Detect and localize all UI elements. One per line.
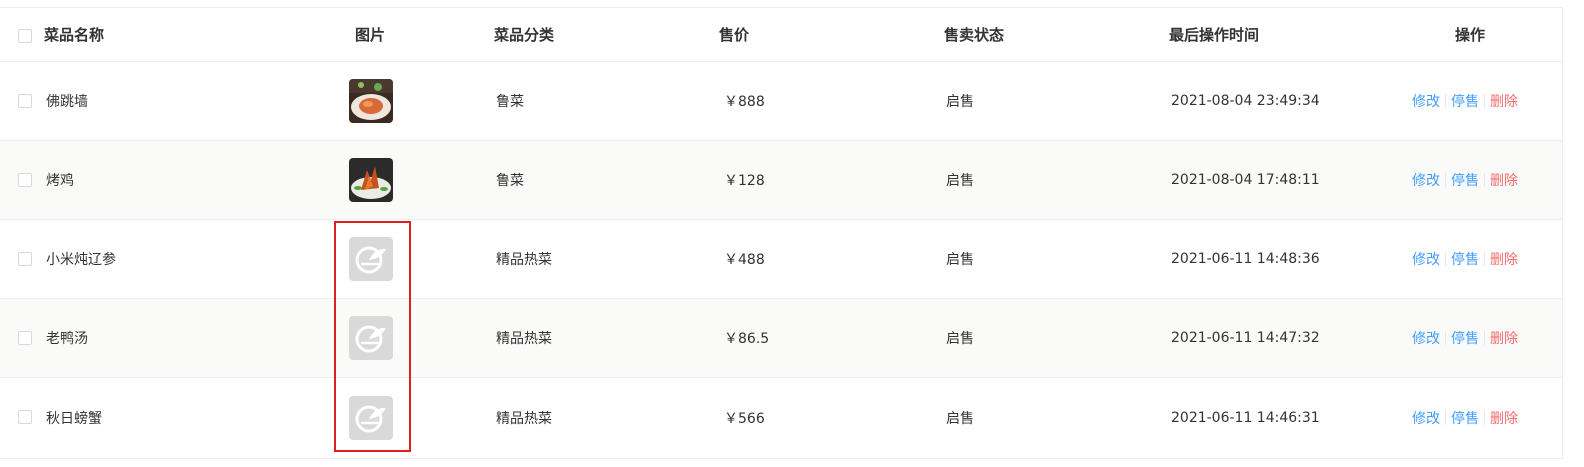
delete-link[interactable]: 删除 (1485, 91, 1523, 111)
header-image: 图片 (354, 26, 385, 44)
dish-status: 启售 (946, 252, 974, 268)
edit-link[interactable]: 修改 (1407, 408, 1445, 428)
edit-link[interactable]: 修改 (1407, 91, 1445, 111)
row-checkbox[interactable] (18, 252, 32, 266)
dish-category: 鲁菜 (496, 94, 524, 110)
table-header: 菜品名称 图片 菜品分类 售价 售卖状态 最后操作时间 操作 (0, 8, 1562, 62)
dish-image (340, 62, 402, 140)
dish-status: 启售 (946, 410, 974, 427)
dish-price: ￥888 (724, 94, 765, 110)
delete-link[interactable]: 删除 (1485, 408, 1523, 428)
header-actions: 操作 (1454, 26, 1485, 44)
row-checkbox[interactable] (18, 410, 32, 424)
dish-name: 秋日螃蟹 (46, 410, 102, 427)
row-actions: 修改 停售 删除 (1407, 141, 1523, 219)
dish-status: 启售 (946, 173, 974, 189)
table-row: 佛跳墙 鲁菜 ￥888 启售 2021-08-04 23:49:34 修改 停售… (0, 62, 1562, 141)
row-checkbox[interactable] (18, 331, 32, 345)
dish-status: 启售 (946, 331, 974, 347)
header-price: 售价 (719, 26, 750, 44)
row-actions: 修改 停售 删除 (1407, 62, 1523, 140)
row-actions: 修改 停售 删除 (1407, 299, 1523, 377)
dish-updated-time: 2021-08-04 23:49:34 (1171, 93, 1320, 109)
dish-category: 鲁菜 (496, 173, 524, 189)
dish-updated-time: 2021-06-11 14:46:31 (1171, 409, 1320, 426)
row-checkbox[interactable] (18, 173, 32, 187)
placeholder-logo-icon (349, 237, 393, 281)
select-all-checkbox[interactable] (18, 29, 32, 43)
delete-link[interactable]: 删除 (1485, 249, 1523, 269)
dish-name: 烤鸡 (46, 173, 74, 189)
stop-sale-link[interactable]: 停售 (1446, 328, 1484, 348)
row-actions: 修改 停售 删除 (1407, 378, 1523, 457)
food-photo-roast-chicken-icon (349, 158, 393, 202)
row-checkbox[interactable] (18, 94, 32, 108)
dish-image (340, 220, 402, 298)
dish-category: 精品热菜 (496, 252, 552, 268)
table-row: 秋日螃蟹 精品热菜 ￥566 启售 2021-06-11 14:46:31 修改… (0, 378, 1562, 457)
stop-sale-link[interactable]: 停售 (1446, 249, 1484, 269)
dish-price: ￥128 (724, 173, 765, 189)
dish-image (340, 299, 402, 377)
placeholder-logo-icon (349, 395, 393, 440)
delete-link[interactable]: 删除 (1485, 170, 1523, 190)
stop-sale-link[interactable]: 停售 (1446, 91, 1484, 111)
dish-category: 精品热菜 (496, 331, 552, 347)
row-actions: 修改 停售 删除 (1407, 220, 1523, 298)
dish-table: 菜品名称 图片 菜品分类 售价 售卖状态 最后操作时间 操作 佛跳墙 鲁菜 ￥8… (0, 7, 1563, 459)
edit-link[interactable]: 修改 (1407, 170, 1445, 190)
table-row: 烤鸡 鲁菜 ￥128 启售 2021-08-04 17:48:11 修改 停售 … (0, 141, 1562, 220)
edit-link[interactable]: 修改 (1407, 249, 1445, 269)
dish-image (340, 378, 402, 457)
dish-price: ￥566 (724, 410, 765, 427)
dish-name: 老鸭汤 (46, 331, 88, 347)
placeholder-logo-icon (349, 316, 393, 360)
dish-category: 精品热菜 (496, 410, 552, 427)
header-dish-name: 菜品名称 (44, 26, 105, 44)
stop-sale-link[interactable]: 停售 (1446, 408, 1484, 428)
header-status: 售卖状态 (944, 26, 1005, 44)
header-updated-time: 最后操作时间 (1169, 26, 1260, 44)
dish-price: ￥488 (724, 252, 765, 268)
dish-status: 启售 (946, 94, 974, 110)
delete-link[interactable]: 删除 (1485, 328, 1523, 348)
header-category: 菜品分类 (494, 26, 555, 44)
dish-price: ￥86.5 (724, 331, 770, 347)
edit-link[interactable]: 修改 (1407, 328, 1445, 348)
dish-updated-time: 2021-06-11 14:47:32 (1171, 330, 1320, 346)
dish-updated-time: 2021-06-11 14:48:36 (1171, 251, 1320, 267)
dish-updated-time: 2021-08-04 17:48:11 (1171, 172, 1320, 188)
table-row: 老鸭汤 精品热菜 ￥86.5 启售 2021-06-11 14:47:32 修改… (0, 299, 1562, 378)
dish-name: 佛跳墙 (46, 94, 88, 110)
food-photo-fotiaoqiang-icon (349, 79, 393, 123)
dish-image (340, 141, 402, 219)
stop-sale-link[interactable]: 停售 (1446, 170, 1484, 190)
table-row: 小米炖辽参 精品热菜 ￥488 启售 2021-06-11 14:48:36 修… (0, 220, 1562, 299)
dish-name: 小米炖辽参 (46, 252, 116, 268)
